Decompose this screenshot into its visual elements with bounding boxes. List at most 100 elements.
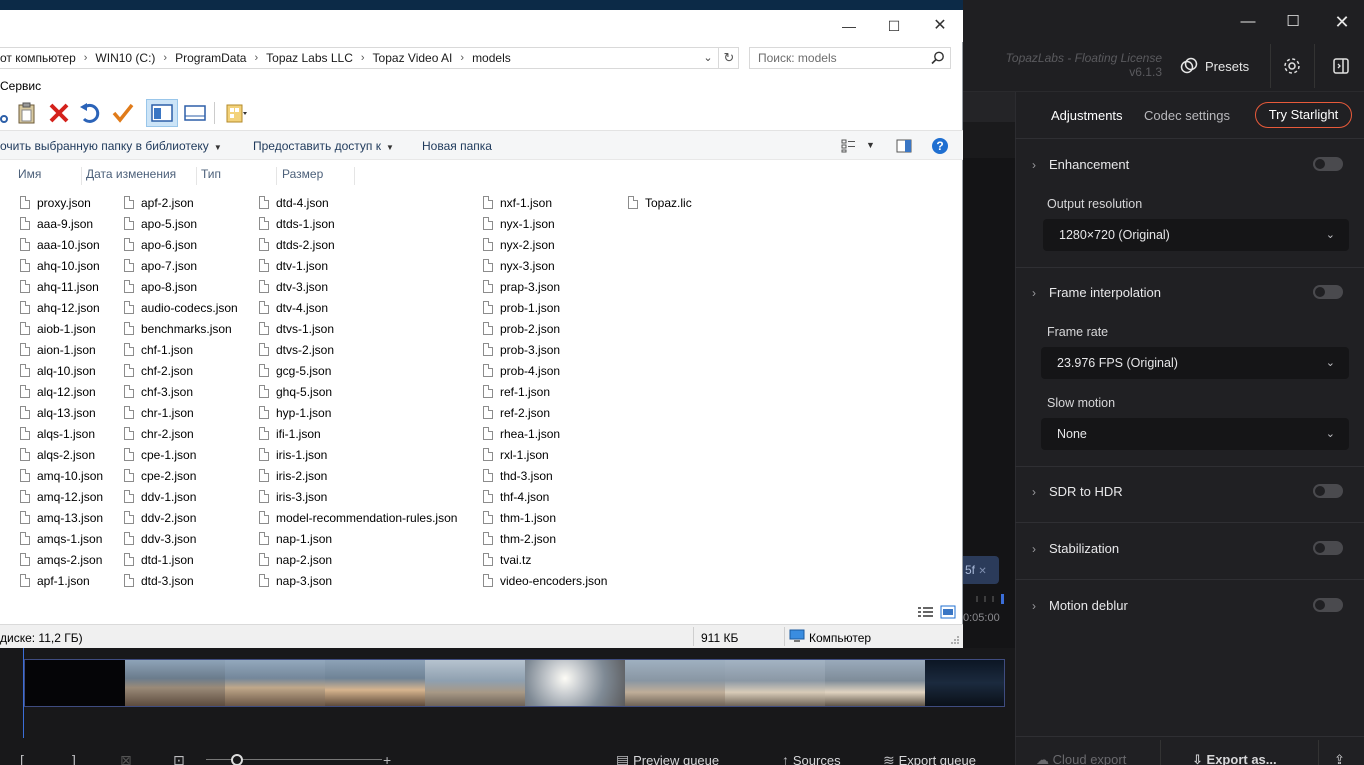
file-item[interactable]: thf-4.json [483,486,607,507]
file-item[interactable]: ddv-3.json [124,528,238,549]
file-item[interactable]: video-encoders.json [483,570,607,591]
file-item[interactable]: dtd-4.json [259,192,457,213]
preview-pane-icon[interactable] [896,139,912,153]
file-item[interactable]: ifi-1.json [259,423,457,444]
column-header-date[interactable]: Дата изменения [82,167,197,185]
menu-service[interactable]: Сервис [0,79,41,93]
maximize-icon[interactable]: ☐ [879,14,909,38]
file-item[interactable]: chr-2.json [124,423,238,444]
share-with-button[interactable]: Предоставить доступ к ▼ [253,139,394,153]
file-item[interactable]: amqs-2.json [20,549,103,570]
file-item[interactable]: iris-3.json [259,486,457,507]
file-item[interactable]: prob-4.json [483,360,607,381]
file-item[interactable]: chf-3.json [124,381,238,402]
sdr-to-hdr-toggle[interactable] [1313,484,1343,498]
file-item[interactable]: dtds-2.json [259,234,457,255]
frame-rate-select[interactable]: 23.976 FPS (Original) ⌄ [1041,347,1349,379]
breadcrumb-item[interactable]: WIN10 (C:) [91,51,159,65]
zoom-in-icon[interactable]: + [383,752,391,765]
address-bar[interactable]: от компьютер › WIN10 (C:) › ProgramData › T… [0,47,739,69]
chevron-right-icon[interactable]: › [159,52,171,64]
file-item[interactable]: cpe-1.json [124,444,238,465]
chevron-right-icon[interactable]: › [456,52,468,64]
enhancement-toggle[interactable] [1313,157,1343,171]
file-item[interactable]: apo-5.json [124,213,238,234]
playhead[interactable] [23,648,24,738]
cloud-export-button[interactable]: ☁ Cloud export [1036,752,1126,765]
file-item[interactable]: alqs-2.json [20,444,103,465]
file-item[interactable]: aiob-1.json [20,318,103,339]
search-icon[interactable] [930,50,946,66]
paste-icon[interactable] [15,101,39,125]
file-item[interactable]: nyx-3.json [483,255,607,276]
file-item[interactable]: aion-1.json [20,339,103,360]
file-item[interactable]: nap-1.json [259,528,457,549]
file-item[interactable]: rxl-1.json [483,444,607,465]
details-view-icon[interactable] [918,607,933,617]
minimize-icon[interactable]: — [834,14,864,38]
close-icon[interactable]: ✕ [1328,8,1356,36]
file-item[interactable]: ahq-12.json [20,297,103,318]
try-starlight-button[interactable]: Try Starlight [1255,102,1352,128]
search-input[interactable]: Поиск: models [749,47,951,69]
file-item[interactable]: hyp-1.json [259,402,457,423]
details-pane-icon[interactable] [183,101,207,125]
file-item[interactable]: nxf-1.json [483,192,607,213]
file-item[interactable]: gcg-5.json [259,360,457,381]
file-item[interactable]: ahq-11.json [20,276,103,297]
file-item[interactable]: dtds-1.json [259,213,457,234]
file-item[interactable]: model-recommendation-rules.json [259,507,457,528]
file-item[interactable]: apo-8.json [124,276,238,297]
column-header-name[interactable]: Имя [14,167,82,185]
file-item[interactable]: amq-10.json [20,465,103,486]
file-item[interactable]: apo-7.json [124,255,238,276]
chevron-right-icon[interactable]: › [250,52,262,64]
file-item[interactable]: thm-2.json [483,528,607,549]
output-resolution-select[interactable]: 1280×720 (Original) ⌄ [1043,219,1349,251]
file-item[interactable]: thd-3.json [483,465,607,486]
chip-close-icon[interactable]: ✕ [978,566,986,577]
refresh-icon[interactable]: ↻ [718,47,739,69]
file-item[interactable]: chr-1.json [124,402,238,423]
preview-pane-icon[interactable] [150,101,174,125]
file-item[interactable]: iris-2.json [259,465,457,486]
frame-chip[interactable]: 5f ✕ [963,556,999,584]
stabilization-header[interactable]: › Stabilization [1032,541,1119,556]
file-item[interactable]: iris-1.json [259,444,457,465]
thumbnail-view-icon[interactable] [940,605,956,619]
stabilization-toggle[interactable] [1313,541,1343,555]
file-item[interactable]: amqs-1.json [20,528,103,549]
file-item[interactable]: benchmarks.json [124,318,238,339]
file-item[interactable]: Topaz.lic [628,192,692,213]
file-item[interactable]: thm-1.json [483,507,607,528]
file-item[interactable]: nap-3.json [259,570,457,591]
file-item[interactable]: ref-2.json [483,402,607,423]
file-item[interactable]: audio-codecs.json [124,297,238,318]
cut-icon[interactable] [0,101,10,125]
file-item[interactable]: aaa-10.json [20,234,103,255]
breadcrumb-item[interactable]: от компьютер [0,51,80,65]
column-header-type[interactable]: Тип [197,167,277,185]
view-options-dropdown[interactable]: ▼ [866,140,875,150]
motion-deblur-header[interactable]: › Motion deblur [1032,598,1128,613]
export-queue-button[interactable]: ≋ Export queue [883,752,976,765]
zoom-slider-thumb[interactable] [231,754,243,765]
zoom-fit-icon[interactable]: ⊡ [173,752,185,765]
file-item[interactable]: prob-3.json [483,339,607,360]
file-item[interactable]: dtd-1.json [124,549,238,570]
include-in-library-button[interactable]: очить выбранную папку в библиотеку ▼ [0,139,222,153]
file-item[interactable]: dtv-4.json [259,297,457,318]
gear-icon[interactable] [1278,52,1306,80]
file-item[interactable]: alq-13.json [20,402,103,423]
file-item[interactable]: ref-1.json [483,381,607,402]
view-options-icon[interactable] [841,139,857,153]
frame-interpolation-header[interactable]: › Frame interpolation [1032,285,1161,300]
file-item[interactable]: prob-2.json [483,318,607,339]
export-as-button[interactable]: ⇩ Export as... [1192,752,1277,765]
file-item[interactable]: proxy.json [20,192,103,213]
tab-adjustments[interactable]: Adjustments [1051,108,1123,123]
file-item[interactable]: prob-1.json [483,297,607,318]
sdr-to-hdr-header[interactable]: › SDR to HDR [1032,484,1123,499]
file-item[interactable]: ahq-10.json [20,255,103,276]
file-item[interactable]: ghq-5.json [259,381,457,402]
